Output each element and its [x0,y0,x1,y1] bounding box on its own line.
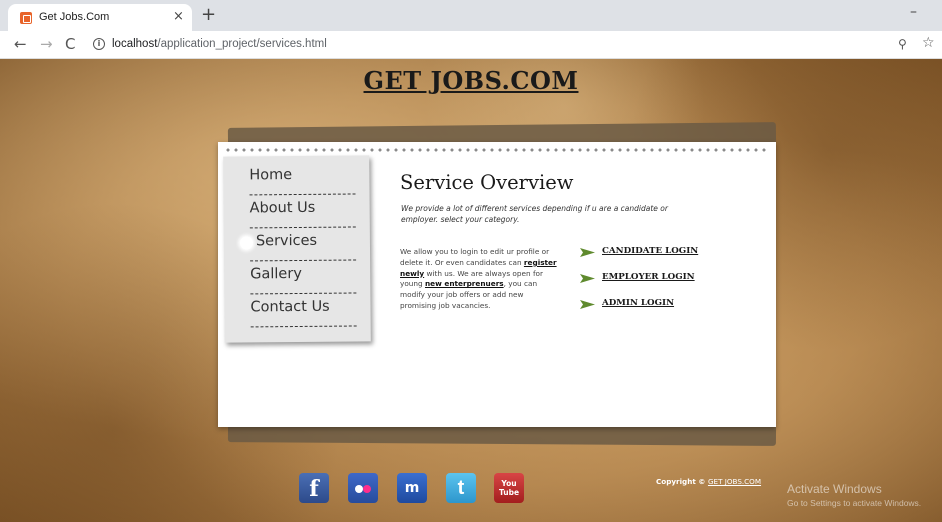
watermark-line-1: Activate Windows [787,482,882,496]
flickr-icon[interactable] [348,473,378,503]
browser-toolbar: ← → C i localhost/application_project/se… [0,31,942,59]
browser-tab[interactable]: Get Jobs.Com × [8,4,192,31]
content-body: We allow you to login to edit ur profile… [400,247,560,312]
forward-icon[interactable]: → [40,35,53,53]
login-label: EMPLOYER LOGIN [602,272,695,282]
zoom-icon[interactable]: ⚲ [898,37,907,51]
nav-item-services[interactable]: Services [239,227,357,262]
activate-windows-watermark: Activate Windows Go to Settings to activ… [787,482,921,508]
nav-item-label: Services [255,232,318,250]
myspace-icon[interactable]: m [397,473,427,503]
tab-strip: Get Jobs.Com × + – [0,0,942,31]
nav-item-about-us[interactable]: About Us [249,194,356,229]
bookmark-star-icon[interactable]: ☆ [922,35,935,51]
address-bar[interactable]: localhost/application_project/services.h… [112,38,327,50]
favicon-icon [20,12,32,24]
login-label: CANDIDATE LOGIN [602,246,699,256]
new-tab-icon[interactable]: + [201,4,216,25]
copyright-prefix: Copyright © [656,477,708,486]
tab-title: Get Jobs.Com [39,11,110,23]
content-title: Service Overview [400,171,574,194]
info-icon[interactable]: i [93,38,105,50]
url-path: /application_project/services.html [157,38,327,50]
perforation [224,148,770,152]
nav-item-home[interactable]: Home [249,161,356,196]
arrow-icon [580,274,595,283]
content-intro: We provide a lot of different services d… [401,204,668,224]
nav-item-contact-us[interactable]: Contact Us [250,293,357,328]
nav-item-gallery[interactable]: Gallery [250,260,357,295]
facebook-icon[interactable]: f [299,473,329,503]
twitter-icon[interactable]: t [446,473,476,503]
close-tab-icon[interactable]: × [173,9,184,24]
page-background: GET JOBS.COM Home About Us Services Gall… [0,59,942,522]
copyright-link[interactable]: GET JOBS.COM [708,477,761,486]
site-title[interactable]: GET JOBS.COM [0,66,942,95]
watermark-line-2: Go to Settings to activate Windows. [787,498,922,508]
flower-icon [239,236,254,250]
back-icon[interactable]: ← [14,35,27,53]
login-label: ADMIN LOGIN [602,298,675,308]
youtube-bottom: Tube [498,488,520,497]
enterprenuers-link[interactable]: new enterprenuers [425,279,504,288]
url-host: localhost [112,38,158,50]
arrow-icon [580,300,595,309]
nav-panel: Home About Us Services Gallery Contact U… [223,155,371,343]
youtube-icon[interactable]: You Tube [494,473,524,503]
minimize-icon[interactable]: – [910,4,917,20]
copyright: Copyright © GET JOBS.COM [656,477,761,486]
youtube-top: You [501,479,517,488]
reload-icon[interactable]: C [65,35,75,53]
arrow-icon [580,248,595,257]
